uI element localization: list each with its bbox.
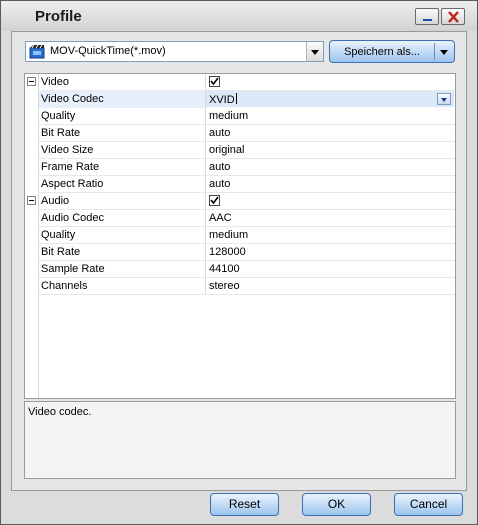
property-name: Channels (41, 280, 88, 292)
video-enabled-checkbox[interactable] (209, 76, 220, 87)
audio-enabled-checkbox[interactable] (209, 195, 220, 206)
property-row-aspect-ratio[interactable]: Aspect Ratio auto (25, 176, 455, 193)
property-row-frame-rate[interactable]: Frame Rate auto (25, 159, 455, 176)
property-name: Sample Rate (41, 263, 105, 275)
column-divider (205, 244, 206, 261)
property-row-bit-rate[interactable]: Bit Rate auto (25, 125, 455, 142)
column-divider (205, 142, 206, 159)
property-value: auto (209, 127, 231, 139)
text-caret (235, 93, 237, 104)
cancel-button[interactable]: Cancel (394, 493, 463, 516)
save-as-dropdown-icon[interactable] (440, 50, 448, 55)
property-name: Frame Rate (41, 161, 100, 173)
property-name: Video Size (41, 144, 94, 156)
category-row-video[interactable]: Video (25, 74, 455, 91)
category-label: Audio (41, 195, 70, 207)
codec-dropdown-icon[interactable] (437, 93, 451, 105)
property-row-quality[interactable]: Quality medium (25, 108, 455, 125)
save-as-button[interactable]: Speichern als... (329, 40, 455, 63)
property-row-video-size[interactable]: Video Size original (25, 142, 455, 159)
column-divider (205, 278, 206, 295)
property-row-sample-rate[interactable]: Sample Rate 44100 (25, 261, 455, 278)
property-value: stereo (209, 280, 240, 292)
check-icon (210, 196, 219, 205)
collapse-icon[interactable] (27, 77, 36, 86)
property-row-audio-quality[interactable]: Quality medium (25, 227, 455, 244)
check-icon (210, 77, 219, 86)
property-name: Audio Codec (41, 212, 104, 224)
description-panel: Video codec. (24, 401, 456, 479)
property-name: Video Codec (41, 93, 104, 105)
property-row-audio-codec[interactable]: Audio Codec AAC (25, 210, 455, 227)
window-title: Profile (35, 8, 82, 25)
property-value: 128000 (209, 246, 246, 258)
column-divider (205, 108, 206, 125)
property-value: original (209, 144, 245, 156)
chevron-down-icon[interactable] (306, 42, 323, 61)
profile-panel: MOV-QuickTime(*.mov) Speichern als... Vi… (11, 31, 467, 491)
property-row-channels[interactable]: Channels stereo (25, 278, 455, 295)
close-button[interactable] (441, 8, 465, 25)
property-value: 44100 (209, 263, 240, 275)
property-name: Bit Rate (41, 127, 81, 139)
minimize-icon (423, 19, 432, 21)
property-value: AAC (209, 212, 232, 224)
property-row-audio-bit-rate[interactable]: Bit Rate 128000 (25, 244, 455, 261)
save-as-label: Speichern als... (344, 46, 420, 58)
profile-window: Profile MOV-QuickTime(*.mov) Speichern a… (0, 0, 478, 525)
format-select[interactable]: MOV-QuickTime(*.mov) (25, 41, 324, 62)
film-icon (29, 44, 45, 59)
video-codec-value: XVID (209, 94, 235, 106)
column-divider (205, 210, 206, 227)
title-bar[interactable]: Profile (1, 1, 477, 31)
property-name: Quality (41, 110, 76, 122)
column-divider (205, 176, 206, 193)
close-icon (448, 11, 459, 23)
reset-button[interactable]: Reset (210, 493, 279, 516)
property-name: Aspect Ratio (41, 178, 104, 190)
property-row-video-codec[interactable]: Video Codec XVID (25, 91, 455, 108)
description-text: Video codec. (28, 406, 92, 418)
property-value: auto (209, 178, 231, 190)
row-line (38, 294, 455, 295)
property-value: medium (209, 110, 249, 122)
column-divider (205, 74, 206, 91)
property-value: medium (209, 229, 249, 241)
collapse-icon[interactable] (27, 196, 36, 205)
video-codec-editor[interactable]: XVID (206, 91, 454, 107)
minimize-button[interactable] (415, 8, 439, 25)
split-divider (434, 43, 435, 60)
format-select-value: MOV-QuickTime(*.mov) (50, 45, 166, 57)
editor-text: XVID (209, 93, 237, 106)
category-label: Video (41, 76, 69, 88)
column-divider (205, 227, 206, 244)
property-grid: Video Video Codec XVID Quality medium Bi… (24, 73, 456, 399)
property-value: auto (209, 161, 231, 173)
category-row-audio[interactable]: Audio (25, 193, 455, 210)
column-divider (205, 125, 206, 142)
column-divider (205, 193, 206, 210)
property-name: Quality (41, 229, 76, 241)
ok-button[interactable]: OK (302, 493, 371, 516)
column-divider (205, 159, 206, 176)
column-divider (205, 261, 206, 278)
property-name: Bit Rate (41, 246, 81, 258)
